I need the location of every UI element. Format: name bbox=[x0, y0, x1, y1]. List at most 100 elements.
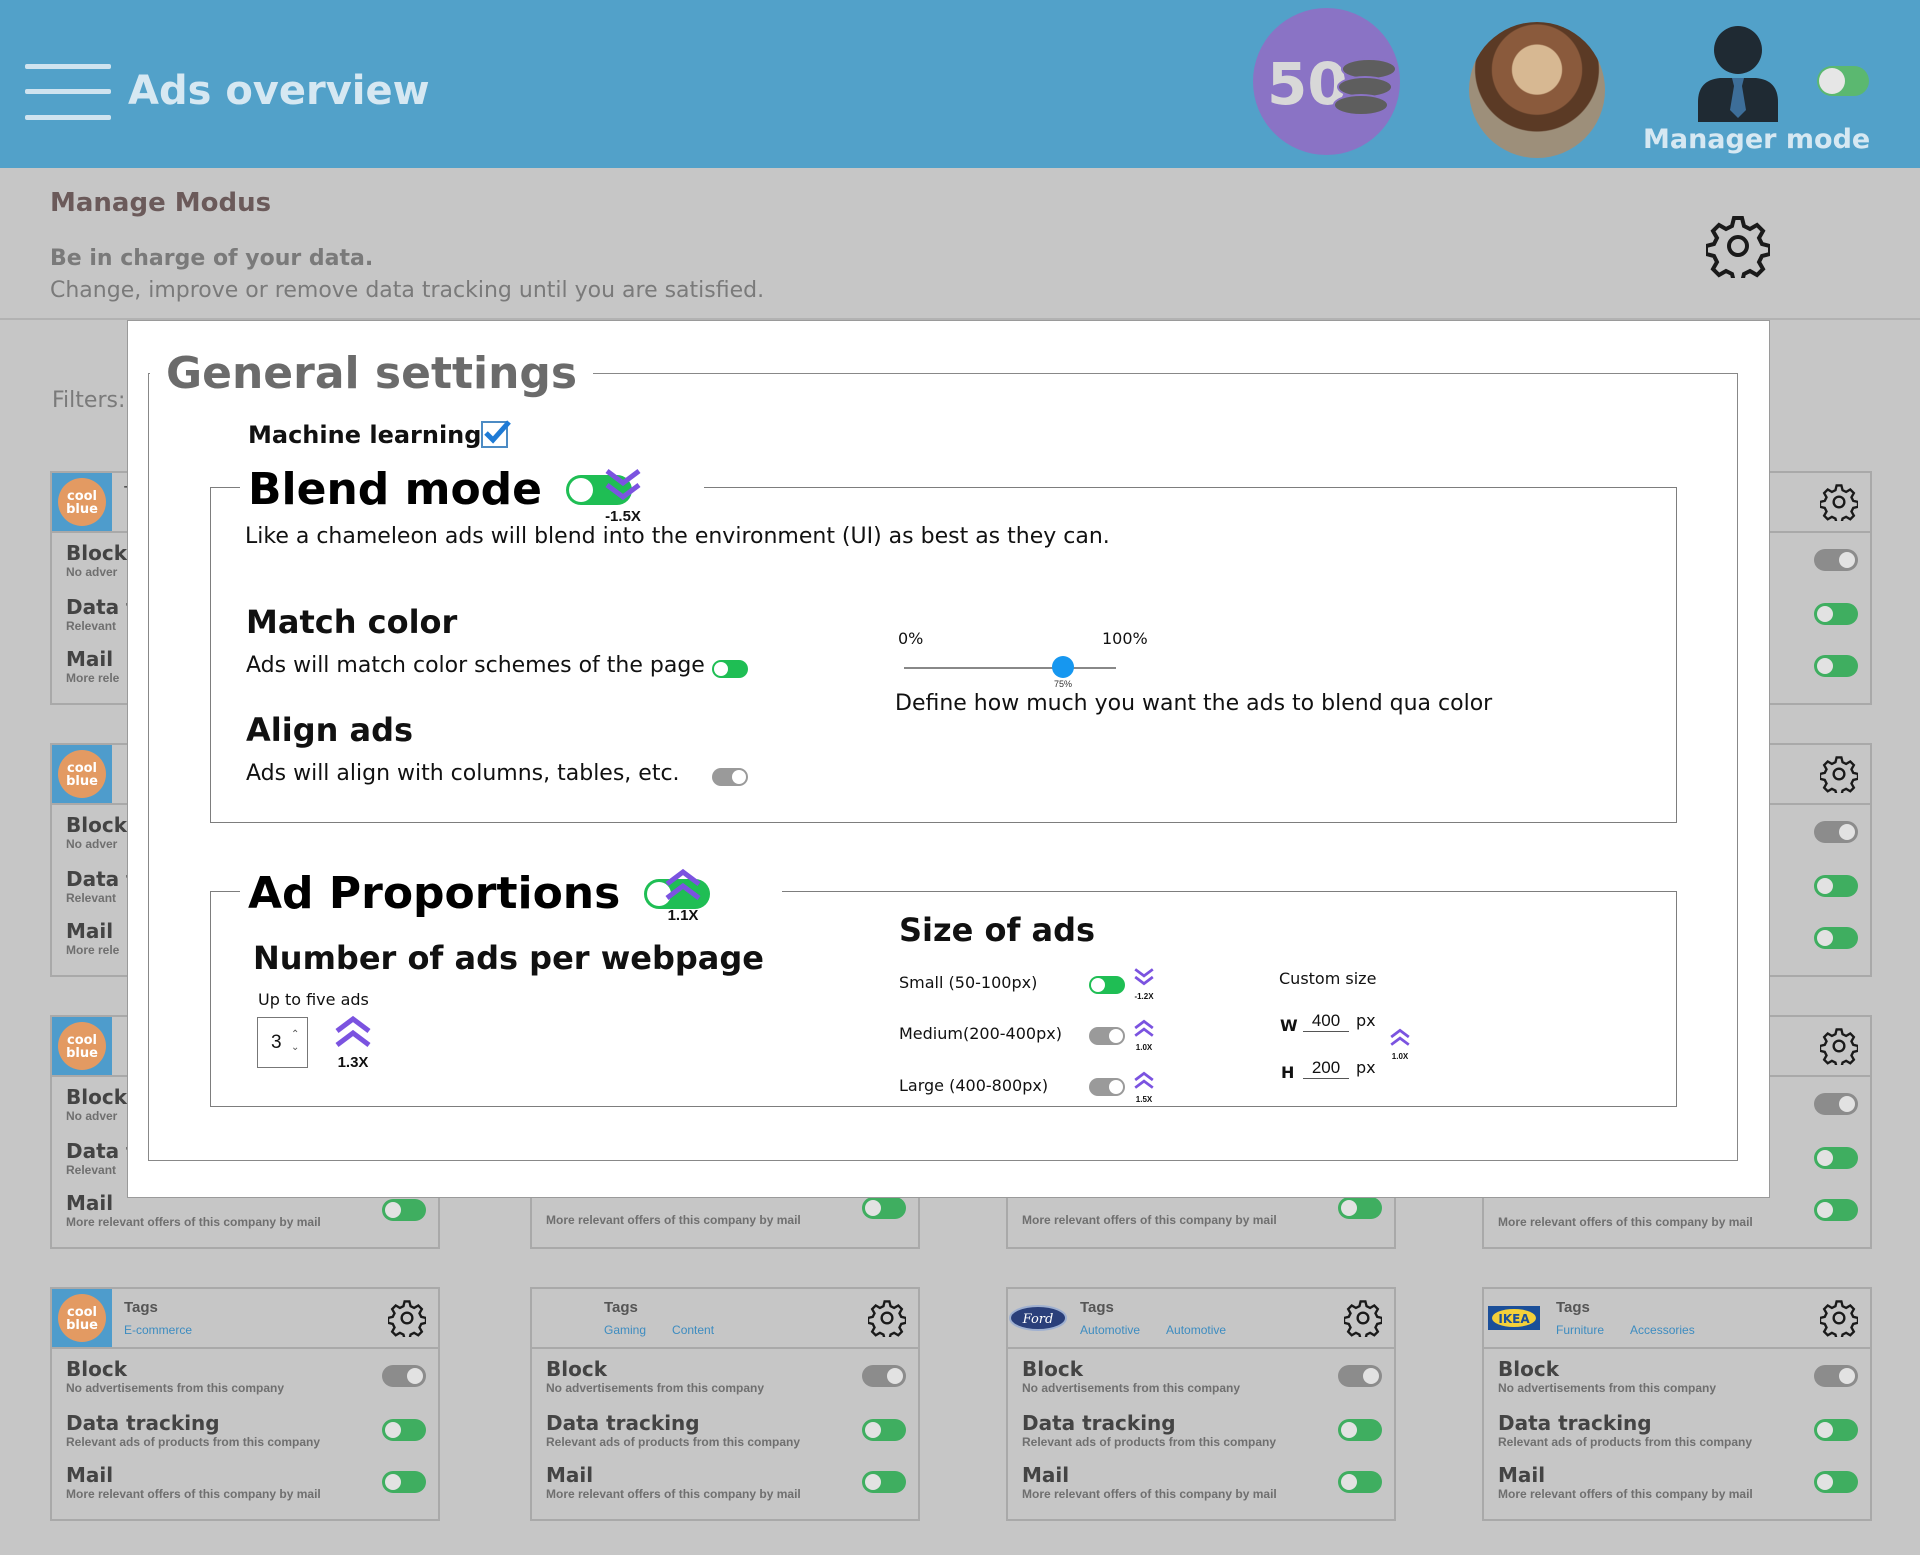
slider-max-label: 100% bbox=[1102, 629, 1148, 648]
manager-mode-toggle[interactable] bbox=[1817, 66, 1869, 96]
height-label: H bbox=[1281, 1063, 1295, 1082]
count-multiplier-value: 1.3X bbox=[337, 1054, 369, 1071]
size-of-ads-title: Size of ads bbox=[899, 911, 1096, 949]
machine-learning-checkbox[interactable] bbox=[481, 420, 511, 448]
mail-title: Mail bbox=[546, 1463, 594, 1487]
coolblue-logo: coolblue bbox=[52, 1289, 112, 1347]
mail-toggle[interactable] bbox=[1814, 1471, 1858, 1493]
tag[interactable]: Automotive bbox=[1166, 1323, 1226, 1337]
blend-multiplier: -1.5X bbox=[598, 467, 648, 525]
height-unit: px bbox=[1356, 1058, 1376, 1077]
tag[interactable]: Accessories bbox=[1630, 1323, 1695, 1337]
mail-desc: More relevant offers of this company by … bbox=[1022, 1487, 1277, 1501]
small-size-toggle[interactable] bbox=[1089, 976, 1125, 994]
mail-toggle[interactable] bbox=[382, 1199, 426, 1221]
block-toggle[interactable] bbox=[1338, 1365, 1382, 1387]
tracking-toggle[interactable] bbox=[1814, 1419, 1858, 1441]
mail-toggle[interactable] bbox=[1338, 1471, 1382, 1493]
tag[interactable]: Gaming bbox=[604, 1323, 646, 1337]
tag[interactable]: E-commerce bbox=[124, 1323, 192, 1337]
tracking-desc: Relevant ads of products from this compa… bbox=[546, 1435, 801, 1449]
checkmark-icon bbox=[484, 420, 511, 444]
blend-mode-title: Blend mode bbox=[248, 464, 543, 515]
tags-title: Tags bbox=[1080, 1299, 1114, 1316]
tracking-toggle[interactable] bbox=[1338, 1419, 1382, 1441]
tag[interactable]: Content bbox=[672, 1323, 714, 1337]
card-gear-icon[interactable] bbox=[1820, 1027, 1858, 1065]
stepper-arrows-icon[interactable]: ⌃ ⌄ bbox=[291, 1028, 299, 1054]
ad-proportions-title: Ad Proportions bbox=[248, 868, 621, 919]
svg-text:blue: blue bbox=[66, 502, 98, 517]
tracking-toggle[interactable] bbox=[862, 1419, 906, 1441]
block-desc: No advertisements from this company bbox=[546, 1381, 765, 1395]
tracking-title: Data tracking bbox=[1022, 1411, 1176, 1435]
mail-toggle[interactable] bbox=[862, 1197, 906, 1219]
points-badge[interactable]: 50 bbox=[1253, 8, 1400, 155]
block-title: Block bbox=[1498, 1357, 1559, 1381]
ads-count-hint: Up to five ads bbox=[258, 990, 369, 1009]
mail-title: Mail bbox=[66, 1463, 114, 1487]
mail-toggle[interactable] bbox=[1338, 1197, 1382, 1219]
svg-text:Ford: Ford bbox=[1022, 1312, 1054, 1327]
block-toggle[interactable] bbox=[1814, 821, 1858, 843]
tracking-toggle[interactable] bbox=[382, 1419, 426, 1441]
mail-toggle[interactable] bbox=[382, 1471, 426, 1493]
card-gear-icon[interactable] bbox=[1820, 1299, 1858, 1337]
match-color-title: Match color bbox=[246, 603, 458, 641]
custom-multiplier-value: 1.0X bbox=[1391, 1052, 1409, 1061]
card-gear-icon[interactable] bbox=[388, 1299, 426, 1337]
card-tags: Gaming Content bbox=[604, 1323, 740, 1337]
double-chevron-down-icon bbox=[605, 469, 641, 501]
card-gear-icon[interactable] bbox=[1820, 483, 1858, 521]
card-gear-icon[interactable] bbox=[1344, 1299, 1382, 1337]
medium-size-toggle[interactable] bbox=[1089, 1027, 1125, 1045]
mail-toggle[interactable] bbox=[1814, 1199, 1858, 1221]
tags-title: Tags bbox=[604, 1299, 638, 1316]
block-toggle[interactable] bbox=[382, 1365, 426, 1387]
block-title: Block bbox=[66, 1357, 127, 1381]
tags-title: Tags bbox=[1556, 1299, 1590, 1316]
custom-width-input[interactable]: 400 bbox=[1303, 1011, 1349, 1032]
double-chevron-up-icon bbox=[335, 1015, 371, 1047]
tag[interactable]: Furniture bbox=[1556, 1323, 1604, 1337]
card-gear-icon[interactable] bbox=[1820, 755, 1858, 793]
mail-desc: More relevant offers of this company by … bbox=[546, 1487, 801, 1501]
card-gear-icon[interactable] bbox=[868, 1299, 906, 1337]
mail-toggle[interactable] bbox=[862, 1471, 906, 1493]
mail-desc: More relevant offers of this company by … bbox=[66, 1487, 321, 1501]
custom-multiplier: 1.0X bbox=[1386, 1027, 1414, 1061]
mail-title: Mail bbox=[1022, 1463, 1070, 1487]
slider-thumb[interactable] bbox=[1052, 656, 1074, 678]
page-title: Ads overview bbox=[128, 68, 430, 114]
coolblue-logo: coolblue bbox=[52, 473, 112, 531]
mail-toggle[interactable] bbox=[1814, 655, 1858, 677]
custom-height-input[interactable]: 200 bbox=[1303, 1058, 1349, 1079]
large-size-toggle[interactable] bbox=[1089, 1078, 1125, 1096]
tracking-desc: Relevant ads of products from this compa… bbox=[1498, 1435, 1753, 1449]
align-ads-toggle[interactable] bbox=[712, 768, 748, 786]
block-toggle[interactable] bbox=[862, 1365, 906, 1387]
mail-toggle[interactable] bbox=[1814, 927, 1858, 949]
double-chevron-up-icon bbox=[1134, 1019, 1154, 1037]
double-chevron-up-icon bbox=[1390, 1028, 1410, 1046]
proportions-multiplier-value: 1.1X bbox=[667, 907, 699, 924]
tracking-toggle[interactable] bbox=[1814, 603, 1858, 625]
large-size-label: Large (400-800px) bbox=[899, 1076, 1049, 1095]
machine-learning-label: Machine learning bbox=[248, 421, 482, 449]
hamburger-menu-icon[interactable] bbox=[25, 64, 111, 120]
tag[interactable]: Automotive bbox=[1080, 1323, 1140, 1337]
general-settings-modal: General settings Machine learning Blend … bbox=[127, 320, 1770, 1198]
block-toggle[interactable] bbox=[1814, 1093, 1858, 1115]
settings-gear-icon[interactable] bbox=[1706, 214, 1770, 278]
tracking-toggle[interactable] bbox=[1814, 875, 1858, 897]
ads-count-stepper[interactable]: 3 ⌃ ⌄ bbox=[257, 1017, 308, 1068]
double-chevron-up-icon bbox=[1134, 1071, 1154, 1089]
match-color-toggle[interactable] bbox=[712, 660, 748, 678]
card-tags: Furniture Accessories bbox=[1556, 1323, 1721, 1337]
manage-subtitle-bold: Be in charge of your data. bbox=[50, 246, 374, 271]
block-toggle[interactable] bbox=[1814, 549, 1858, 571]
user-avatar[interactable] bbox=[1469, 22, 1605, 158]
blend-color-slider[interactable] bbox=[904, 667, 1116, 669]
tracking-toggle[interactable] bbox=[1814, 1147, 1858, 1169]
block-toggle[interactable] bbox=[1814, 1365, 1858, 1387]
